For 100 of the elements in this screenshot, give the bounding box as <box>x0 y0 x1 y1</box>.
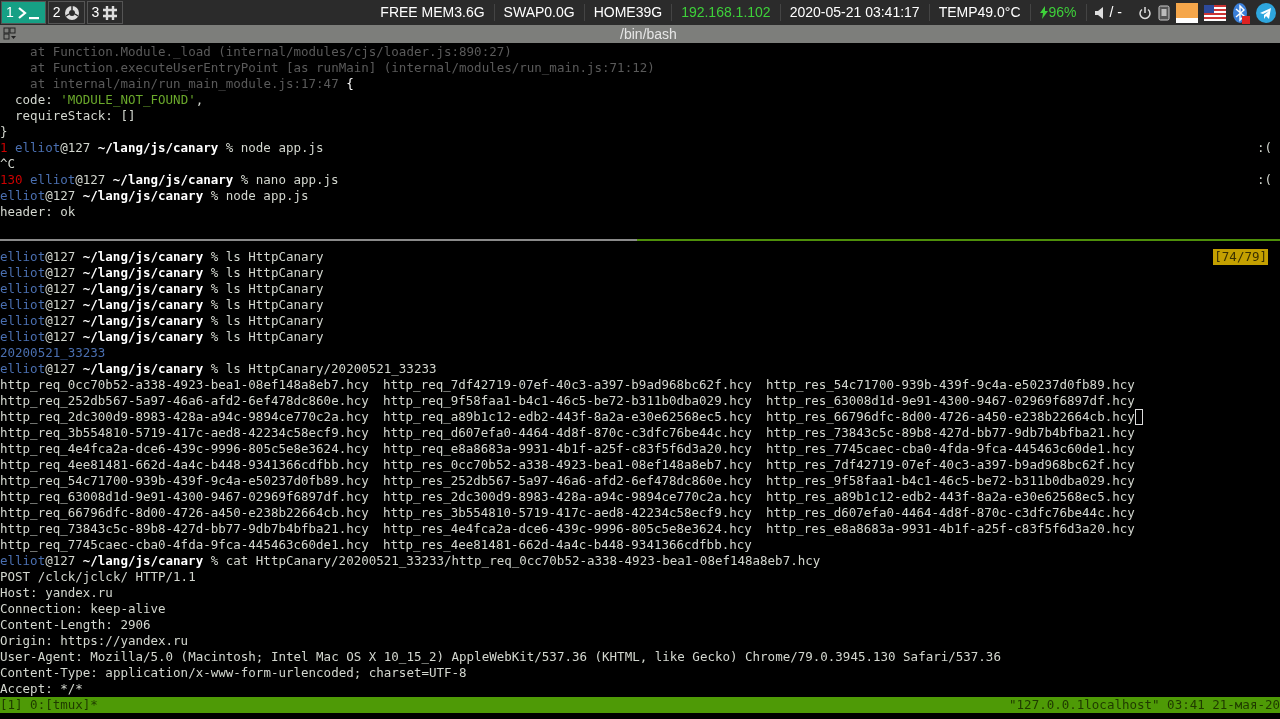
prompt-host: @127 <box>45 188 76 204</box>
file-name: http_req_252db567-5a97-46a6-afd2-6ef478dc860e.hcy <box>0 393 369 409</box>
prompt-host: @127 <box>45 361 76 377</box>
window-title: /bin/bash <box>620 24 677 44</box>
prompt-host: @127 <box>45 297 76 313</box>
file-name: http_req_d607efa0-4464-4d8f-870c-c3dfc76be44c.hcy <box>383 425 752 441</box>
file-name: http_req_4e4fca2a-dce6-439c-9996-805c5e8e3624.hcy <box>0 441 369 457</box>
prompt-user: elliot <box>0 188 46 204</box>
prompt-user: elliot <box>0 249 46 265</box>
file-name: http_res_e8a8683a-9931-4b1f-a25f-c83f5f6d3a20.hcy <box>766 521 1135 537</box>
directory-name: 20200521_33233 <box>0 345 106 361</box>
tmux-window-list: [1] 0:[tmux]* <box>0 695 98 715</box>
status-indicator: 192.168.1.102 <box>681 3 771 22</box>
file-name: http_req_7745caec-cba0-4fda-9fca-445463c60de1.hcy <box>0 537 369 553</box>
prompt-path: ~/lang/js/canary <box>82 265 204 281</box>
file-name: http_req_54c71700-939b-439f-9c4a-e50237d0fb89.hcy <box>0 473 369 489</box>
file-name: http_res_73843c5c-89b8-427d-bb77-9db7b4bfba21.hcy <box>766 425 1135 441</box>
hash-icon <box>102 4 119 21</box>
output-line: } <box>0 124 8 140</box>
workspace-tab[interactable]: 2 <box>47 1 85 24</box>
file-name: http_res_3b554810-5719-417c-aed8-42234c58ecf9.hcy <box>383 505 752 521</box>
string-value: 'MODULE_NOT_FOUND' <box>60 92 196 108</box>
output-line: POST /clck/jclck/ HTTP/1.1 <box>0 569 196 585</box>
status-indicator: HOME39G <box>593 3 663 22</box>
flag-icon[interactable] <box>1204 4 1226 21</box>
paper-plane-icon[interactable] <box>1256 2 1276 23</box>
command-text: % ls HttpCanary <box>210 249 324 265</box>
prompt-path: ~/lang/js/canary <box>82 361 204 377</box>
round-app-icon <box>63 4 80 21</box>
prompt-user: elliot <box>0 313 46 329</box>
command-text: % cat HttpCanary/20200521_33233/http_req_0cc70b52-a338-4923-bea1-08ef148a8eb7.hcy <box>210 553 821 569</box>
file-name: http_req_4ee81481-662d-4a4c-b448-9341366cdfbb.hcy <box>0 457 369 473</box>
exit-status-face: :( <box>1256 140 1272 156</box>
stack-trace-line: at Function.Module._load (internal/modules/cjs/loader.js:890:27) <box>29 44 512 60</box>
prompt-host: @127 <box>45 329 76 345</box>
file-name: http_req_73843c5c-89b8-427d-bb77-9db7b4bfba21.hcy <box>0 521 369 537</box>
file-name: http_res_0cc70b52-a338-4923-bea1-08ef148a8eb7.hcy <box>383 457 752 473</box>
prompt-user: elliot <box>30 172 76 188</box>
file-name: http_res_d607efa0-4464-4d8f-870c-c3dfc76be44c.hcy <box>766 505 1135 521</box>
prompt-user: elliot <box>0 329 46 345</box>
command-text: % ls HttpCanary <box>210 313 324 329</box>
output-line: Host: yandex.ru <box>0 585 113 601</box>
prompt-path: ~/lang/js/canary <box>82 297 204 313</box>
status-indicator: TEMP49.0°C <box>938 3 1021 22</box>
command-text: % node app.js <box>210 188 309 204</box>
bluetooth-icon[interactable] <box>1232 1 1250 24</box>
file-name: http_res_63008d1d-9e91-4300-9467-02969f6897df.hcy <box>766 393 1135 409</box>
brace-text: { <box>345 76 354 92</box>
file-name: http_res_54c71700-939b-439f-9c4a-e50237d0fb89.hcy <box>766 377 1135 393</box>
prompt-path: ~/lang/js/canary <box>82 281 204 297</box>
prompt-path: ~/lang/js/canary <box>82 553 204 569</box>
workspace-tab[interactable]: 3 <box>86 1 124 24</box>
volume-level: / - <box>1109 3 1122 22</box>
file-name: http_req_a89b1c12-edb2-443f-8a2a-e30e62568ec5.hcy <box>383 409 752 425</box>
file-name: http_req_2dc300d9-8983-428a-a94c-9894ce770c2a.hcy <box>0 409 369 425</box>
layout-icon[interactable] <box>3 27 17 41</box>
file-name: http_res_7df42719-07ef-40c3-a397-b9ad968bc62f.hcy <box>766 457 1135 473</box>
prompt-user: elliot <box>0 297 46 313</box>
command-text: % ls HttpCanary <box>210 329 324 345</box>
exit-code: 1 <box>0 140 8 156</box>
output-line: Origin: https://yandex.ru <box>0 633 189 649</box>
prompt-path: ~/lang/js/canary <box>82 313 204 329</box>
output-line: requireStack: [] <box>14 108 136 124</box>
power-icon[interactable] <box>1138 5 1152 20</box>
speaker-icon[interactable] <box>1094 6 1104 19</box>
file-name: http_req_e8a8683a-9931-4b1f-a25f-c83f5f6d3a20.hcy <box>383 441 752 457</box>
prompt-host: @127 <box>45 313 76 329</box>
command-text: % ls HttpCanary <box>210 281 324 297</box>
file-name: http_res_252db567-5a97-46a6-afd2-6ef478dc860e.hcy <box>383 473 752 489</box>
phone-icon[interactable] <box>1158 4 1170 21</box>
status-indicator: 2020-05-21 03:41:17 <box>789 3 920 22</box>
prompt-host: @127 <box>60 140 91 156</box>
file-name: http_res_7745caec-cba0-4fda-9fca-445463c60de1.hcy <box>766 441 1135 457</box>
file-name: http_res_2dc300d9-8983-428a-a94c-9894ce770c2a.hcy <box>383 489 752 505</box>
app-square-icon[interactable] <box>1176 1 1198 24</box>
prompt-host: @127 <box>45 553 76 569</box>
output-line: ^C <box>0 156 16 172</box>
prompt-host: @127 <box>45 249 76 265</box>
file-name: http_req_3b554810-5719-417c-aed8-42234c58ecf9.hcy <box>0 425 369 441</box>
file-name: http_res_4ee81481-662d-4a4c-b448-9341366cdfbb.hcy <box>383 537 752 553</box>
output-line: header: ok <box>0 204 76 220</box>
file-name: http_res_4e4fca2a-dce6-439c-9996-805c5e8e3624.hcy <box>383 521 752 537</box>
prompt-user: elliot <box>15 140 61 156</box>
file-name: http_req_66796dfc-8d00-4726-a450-e238b22664cb.hcy <box>0 505 369 521</box>
file-name: http_req_63008d1d-9e91-4300-9467-02969f6897df.hcy <box>0 489 369 505</box>
prompt-path: ~/lang/js/canary <box>82 329 204 345</box>
output-line: Connection: keep-alive <box>0 601 166 617</box>
file-name: http_res_9f58faa1-b4c1-46c5-be72-b311b0dba029.hcy <box>766 473 1135 489</box>
status-indicator: SWAP0.0G <box>503 3 575 22</box>
battery-level: 96% <box>1048 3 1077 22</box>
status-indicator: FREE MEM3.6G <box>380 3 485 22</box>
file-name: http_req_9f58faa1-b4c1-46c5-be72-b311b0dba029.hcy <box>383 393 752 409</box>
prompt-path: ~/lang/js/canary <box>112 172 234 188</box>
command-text: % ls HttpCanary <box>210 265 324 281</box>
output-line: Content-Type: application/x-www-form-urlencoded; charset=UTF-8 <box>0 665 467 681</box>
command-text: % nano app.js <box>240 172 339 188</box>
file-name: http_req_0cc70b52-a338-4923-bea1-08ef148a8eb7.hcy <box>0 377 369 393</box>
output-line: Accept: */* <box>0 681 83 697</box>
punctuation-text: , <box>195 92 204 108</box>
file-name: http_res_66796dfc-8d00-4726-a450-e238b22664cb.hcy <box>766 409 1135 425</box>
